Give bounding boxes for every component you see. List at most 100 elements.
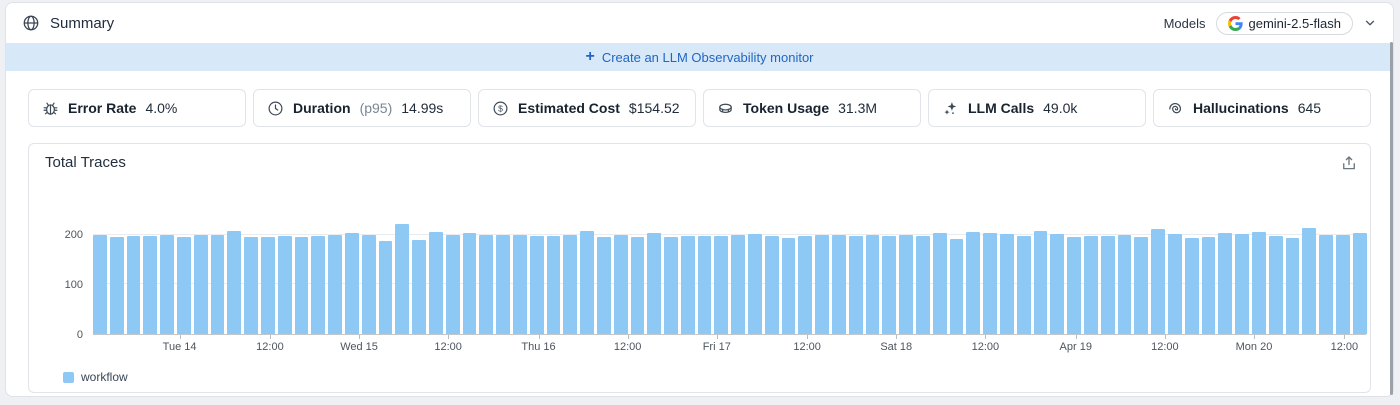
bar[interactable]: [496, 234, 510, 334]
bar[interactable]: [1319, 234, 1333, 334]
bar[interactable]: [1151, 228, 1165, 334]
legend-label-workflow[interactable]: workflow: [81, 370, 128, 384]
bar[interactable]: [1100, 236, 1115, 334]
bar[interactable]: [596, 236, 611, 334]
bar[interactable]: [815, 235, 830, 334]
bar[interactable]: [1352, 233, 1367, 334]
export-icon[interactable]: [1340, 154, 1358, 172]
bar[interactable]: [479, 235, 494, 334]
selected-model: gemini-2.5-flash: [1248, 15, 1342, 31]
bar[interactable]: [445, 234, 460, 334]
bar[interactable]: [1117, 234, 1132, 334]
stat-label: Error Rate: [68, 100, 137, 116]
bar[interactable]: [848, 236, 863, 334]
bar[interactable]: [949, 239, 964, 334]
bar[interactable]: [630, 237, 645, 334]
bar[interactable]: [428, 231, 443, 334]
stat-card-llm-calls[interactable]: LLM Calls 49.0k: [928, 89, 1146, 127]
bar[interactable]: [160, 234, 174, 334]
bar[interactable]: [344, 232, 359, 334]
create-monitor-link[interactable]: Create an LLM Observability monitor: [602, 50, 814, 65]
vertical-scrollbar[interactable]: [1390, 42, 1393, 395]
bar[interactable]: [764, 235, 779, 334]
bar[interactable]: [412, 240, 426, 334]
bar[interactable]: [966, 231, 981, 334]
bar[interactable]: [546, 236, 561, 334]
bar[interactable]: [680, 235, 695, 334]
bar[interactable]: [563, 234, 578, 334]
bar[interactable]: [1084, 236, 1098, 334]
y-tick-label: 200: [64, 229, 83, 241]
bar[interactable]: [580, 230, 594, 334]
bar[interactable]: [832, 234, 846, 334]
stat-card-duration[interactable]: Duration (p95) 14.99s: [253, 89, 471, 127]
bar[interactable]: [361, 235, 376, 334]
stat-value: 4.0%: [145, 100, 178, 116]
bar[interactable]: [109, 236, 124, 334]
bar[interactable]: [378, 241, 393, 334]
bar[interactable]: [1285, 238, 1300, 334]
bar[interactable]: [244, 236, 258, 334]
bar[interactable]: [1000, 234, 1014, 334]
bar[interactable]: [1302, 228, 1317, 334]
bar[interactable]: [781, 237, 796, 334]
dollar-badge-icon: $: [493, 101, 508, 115]
bar[interactable]: [529, 235, 544, 334]
bar[interactable]: [260, 237, 275, 334]
bar[interactable]: [664, 236, 678, 334]
bar[interactable]: [647, 232, 662, 334]
create-monitor-banner[interactable]: + Create an LLM Observability monitor: [6, 43, 1393, 71]
bars: [93, 219, 1367, 334]
stat-card-hallucinations[interactable]: Hallucinations 645: [1153, 89, 1371, 127]
bar[interactable]: [983, 232, 998, 334]
bar[interactable]: [311, 235, 326, 334]
bar[interactable]: [613, 235, 628, 334]
bar[interactable]: [126, 236, 141, 334]
bar[interactable]: [1251, 231, 1266, 334]
bar[interactable]: [1335, 235, 1350, 334]
bar[interactable]: [1168, 234, 1182, 334]
bar[interactable]: [227, 230, 242, 334]
bar[interactable]: [193, 235, 208, 334]
bar[interactable]: [865, 235, 880, 334]
bar[interactable]: [1134, 236, 1149, 334]
chevron-down-icon[interactable]: [1363, 16, 1377, 30]
bar[interactable]: [1050, 234, 1065, 334]
stat-card-estimated-cost[interactable]: $ Estimated Cost $154.52: [478, 89, 696, 127]
bar[interactable]: [328, 235, 342, 334]
bar[interactable]: [1218, 232, 1233, 334]
bar[interactable]: [916, 235, 930, 334]
bar[interactable]: [462, 233, 477, 334]
chart-title: Total Traces: [45, 154, 126, 171]
models-label: Models: [1163, 15, 1206, 31]
bar[interactable]: [294, 236, 309, 334]
bar[interactable]: [93, 234, 107, 334]
model-filter-pill[interactable]: gemini-2.5-flash: [1215, 11, 1353, 35]
bar[interactable]: [1235, 234, 1249, 334]
bar[interactable]: [1201, 236, 1216, 334]
bar[interactable]: [731, 234, 746, 334]
bar[interactable]: [1033, 231, 1048, 334]
bar[interactable]: [932, 232, 947, 334]
bar[interactable]: [143, 235, 158, 334]
bar[interactable]: [697, 236, 712, 334]
bar[interactable]: [277, 235, 292, 334]
bar[interactable]: [512, 235, 527, 334]
stat-card-error-rate[interactable]: Error Rate 4.0%: [28, 89, 246, 127]
bar[interactable]: [882, 236, 897, 334]
bar[interactable]: [1184, 238, 1199, 334]
bar[interactable]: [899, 234, 914, 334]
stat-label: LLM Calls: [968, 100, 1035, 116]
bar[interactable]: [748, 233, 762, 334]
bar[interactable]: [1268, 235, 1283, 334]
bar[interactable]: [395, 224, 410, 334]
bar[interactable]: [1016, 236, 1031, 334]
bar[interactable]: [798, 236, 813, 334]
bar[interactable]: [210, 235, 225, 334]
bar[interactable]: [714, 235, 729, 334]
bar[interactable]: [176, 236, 191, 334]
bar[interactable]: [1067, 236, 1082, 334]
google-logo-icon: [1227, 15, 1243, 31]
svg-text:$: $: [498, 103, 503, 113]
stat-card-token-usage[interactable]: Token Usage 31.3M: [703, 89, 921, 127]
